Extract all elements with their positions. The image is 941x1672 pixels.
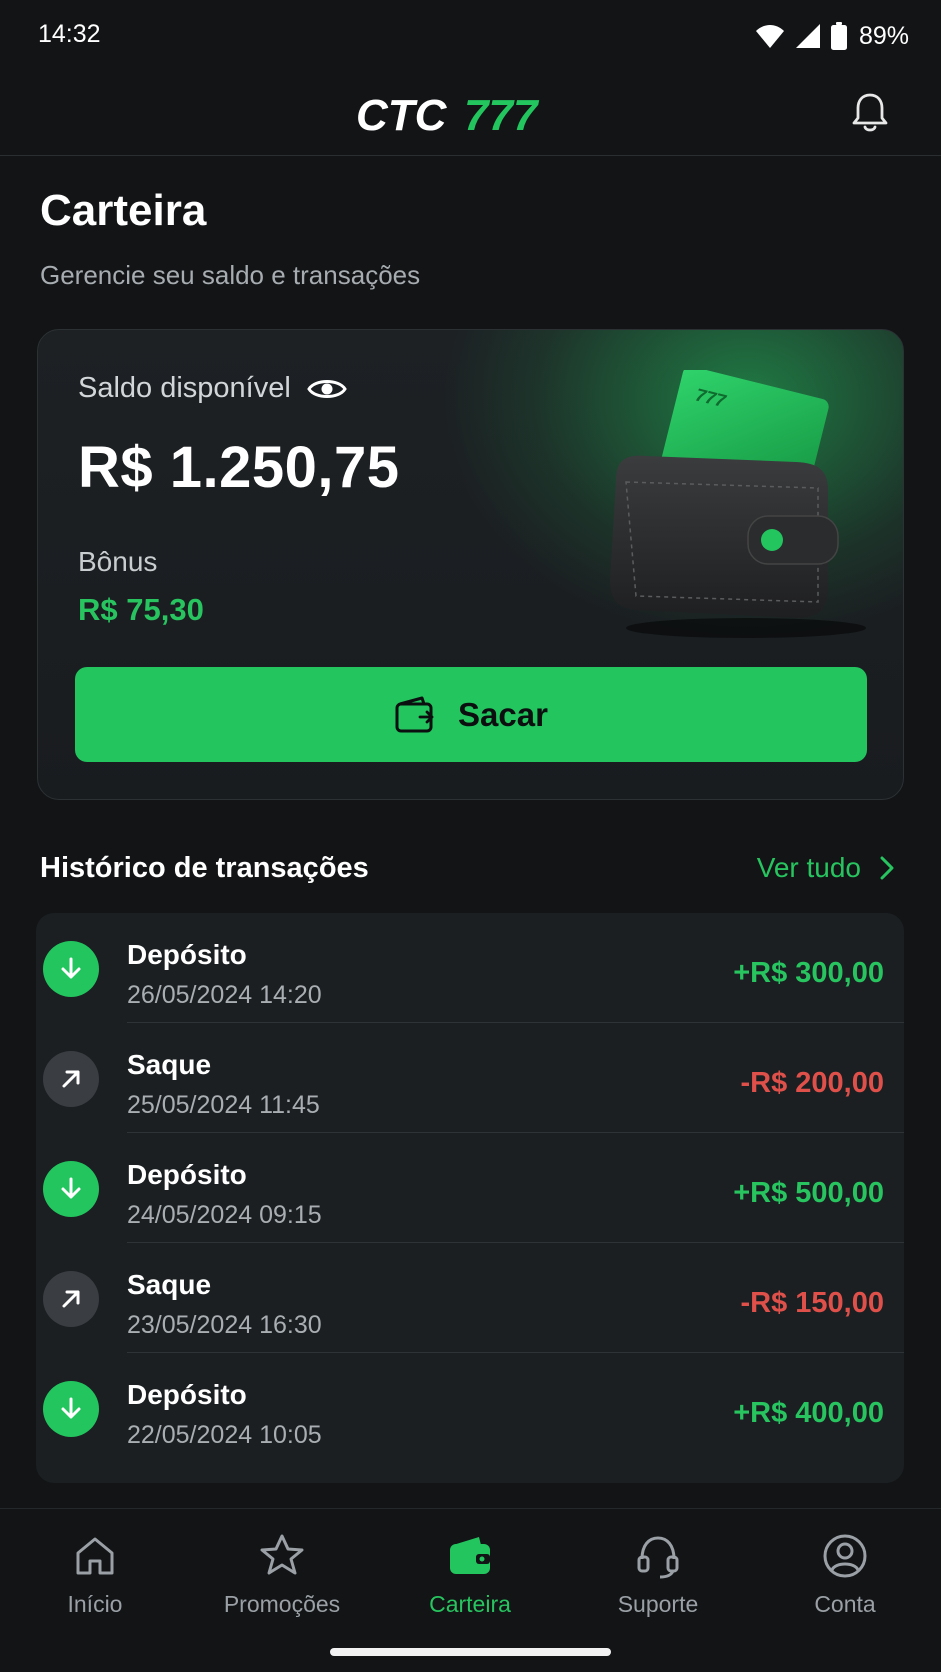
balance-value: R$ 1.250,75 <box>78 435 400 500</box>
battery-icon <box>830 22 847 50</box>
transaction-date: 25/05/2024 11:45 <box>127 1091 320 1119</box>
arrow-down-icon <box>43 1161 99 1217</box>
nav-label: Carteira <box>429 1591 511 1617</box>
chevron-right-icon <box>880 856 894 880</box>
transaction-list: Depósito 26/05/2024 14:20 +R$ 300,00 Saq… <box>36 913 904 1483</box>
see-all-label: Ver tudo <box>756 852 861 883</box>
transaction-date: 24/05/2024 09:15 <box>127 1201 322 1229</box>
transaction-row[interactable]: Saque 25/05/2024 11:45 -R$ 200,00 <box>36 1023 904 1133</box>
logo-text-left: CTC <box>356 91 448 138</box>
status-bar: 14:32 89% <box>0 0 941 72</box>
transaction-date: 23/05/2024 16:30 <box>127 1311 322 1339</box>
transaction-row[interactable]: Depósito 26/05/2024 14:20 +R$ 300,00 <box>36 913 904 1023</box>
nav-label: Promoções <box>223 1591 341 1617</box>
arrow-up-right-icon <box>43 1271 99 1327</box>
bonus-label: Bônus <box>78 546 158 577</box>
status-time: 14:32 <box>38 20 101 48</box>
page-subtitle: Gerencie seu saldo e transações <box>40 260 421 290</box>
see-all-link[interactable]: Ver tudo <box>757 852 895 884</box>
nav-label: Suporte <box>617 1591 699 1617</box>
nav-label: Início <box>67 1591 123 1617</box>
transaction-name: Depósito <box>127 939 247 970</box>
arrow-down-icon <box>43 941 99 997</box>
home-icon <box>76 1537 114 1575</box>
bell-icon[interactable] <box>847 90 893 136</box>
signal-icon <box>795 24 820 48</box>
transaction-row[interactable]: Saque 23/05/2024 16:30 -R$ 150,00 <box>36 1243 904 1353</box>
home-indicator[interactable] <box>330 1648 611 1656</box>
transaction-amount: -R$ 150,00 <box>740 1287 885 1319</box>
logo-text-right: 777 <box>464 91 540 138</box>
wallet-illustration: 777 <box>610 370 866 638</box>
nav-item-inicio[interactable]: Início <box>15 1531 175 1641</box>
transaction-row[interactable]: Depósito 22/05/2024 10:05 +R$ 400,00 <box>36 1353 904 1463</box>
transaction-name: Saque <box>127 1049 212 1080</box>
balance-label-row: Saldo disponível <box>78 372 347 405</box>
transaction-date: 22/05/2024 10:05 <box>127 1421 322 1449</box>
wallet-screen: 14:32 89% CTC 777 Carteira Gerencie seu <box>0 0 941 1672</box>
nav-item-promocoes[interactable]: Promoções <box>202 1531 362 1641</box>
withdraw-button-label: Sacar <box>458 695 548 733</box>
transaction-amount: -R$ 200,00 <box>740 1067 885 1099</box>
wallet-icon <box>450 1537 490 1574</box>
transaction-amount: +R$ 300,00 <box>733 957 884 989</box>
battery-percent: 89% <box>858 21 909 50</box>
history-title: Histórico de transações <box>40 852 369 884</box>
balance-card: Saldo disponível R$ 1.250,75 Bônus R$ 75… <box>37 329 904 800</box>
transaction-date: 26/05/2024 14:20 <box>127 981 322 1009</box>
withdraw-button[interactable]: Sacar <box>75 667 867 762</box>
transaction-amount: +R$ 500,00 <box>733 1177 884 1209</box>
transaction-amount: +R$ 400,00 <box>733 1397 884 1429</box>
star-icon <box>260 1534 304 1575</box>
transaction-row[interactable]: Depósito 24/05/2024 09:15 +R$ 500,00 <box>36 1133 904 1243</box>
page-title: Carteira <box>40 186 207 235</box>
transaction-name: Saque <box>127 1269 212 1300</box>
nav-item-conta[interactable]: Conta <box>765 1531 925 1641</box>
status-icons: 89% <box>755 18 909 54</box>
wallet-exit-icon <box>395 696 434 732</box>
arrow-up-right-icon <box>43 1051 99 1107</box>
app-header: CTC 777 <box>0 72 941 156</box>
wifi-icon <box>755 25 784 48</box>
user-circle-icon <box>823 1534 867 1578</box>
bonus-value: R$ 75,30 <box>78 592 204 627</box>
nav-item-suporte[interactable]: Suporte <box>578 1531 738 1641</box>
brand-logo: CTC 777 <box>356 91 540 138</box>
transaction-name: Depósito <box>127 1379 247 1410</box>
nav-item-carteira[interactable]: Carteira <box>390 1531 550 1641</box>
balance-label: Saldo disponível <box>78 372 291 404</box>
transaction-name: Depósito <box>127 1159 247 1190</box>
headset-icon <box>637 1536 679 1579</box>
nav-label: Conta <box>814 1591 876 1617</box>
eye-icon[interactable] <box>307 375 347 403</box>
arrow-down-icon <box>43 1381 99 1437</box>
